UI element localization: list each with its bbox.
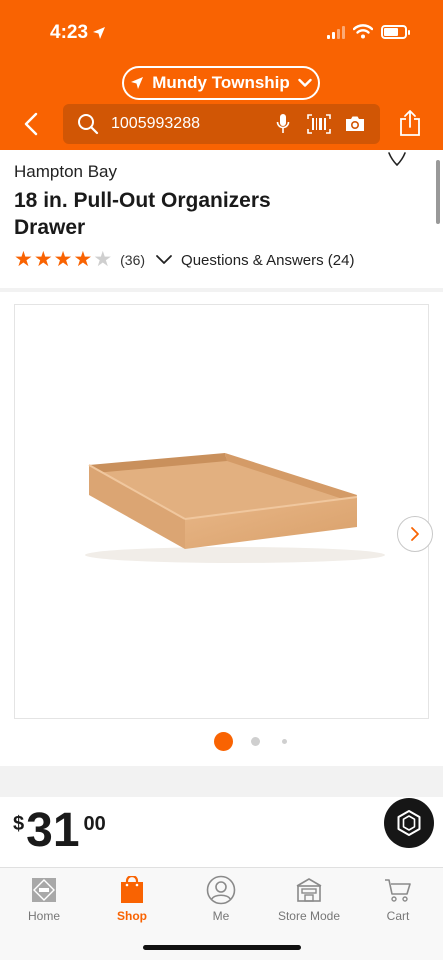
cellular-signal-icon — [327, 25, 345, 39]
shop-bag-icon — [121, 876, 143, 903]
pagination-dot[interactable] — [282, 739, 287, 744]
cart-icon — [385, 879, 411, 902]
product-brand[interactable]: Hampton Bay — [14, 162, 117, 182]
price-currency: $ — [13, 813, 25, 835]
battery-icon — [381, 24, 410, 39]
microphone-icon — [276, 114, 290, 133]
tab-home[interactable]: Home — [0, 874, 88, 923]
search-bar[interactable]: 1005993288 — [63, 104, 380, 144]
store-location-button[interactable]: Mundy Township — [122, 66, 320, 100]
voice-search-button[interactable] — [268, 109, 298, 139]
status-time-text: 4:23 — [50, 22, 89, 43]
tab-label: Home — [27, 909, 60, 923]
barcode-scan-button[interactable] — [304, 109, 334, 139]
product-title: 18 in. Pull-Out Organizers Drawer — [14, 189, 271, 239]
person-icon — [206, 875, 236, 905]
assistant-hexagon-icon — [397, 810, 421, 836]
rating-row[interactable]: ★ ★ ★ ★ ★ (36) Questions & Answers (24) — [14, 248, 354, 271]
barcode-icon — [307, 114, 331, 134]
status-time: 4:23 — [50, 22, 106, 44]
price-dollars: 31 — [26, 804, 80, 857]
tab-label: Store Mode — [277, 909, 341, 923]
star-filled-icon: ★ — [14, 248, 33, 271]
chevron-down-icon[interactable] — [155, 253, 173, 267]
price-cents: 00 — [83, 813, 106, 835]
tab-label: Me — [212, 909, 230, 923]
product-image — [85, 453, 385, 563]
star-filled-icon: ★ — [33, 248, 53, 271]
home-depot-logo-icon — [32, 878, 56, 902]
favorite-heart-icon[interactable] — [386, 150, 408, 168]
pagination-dot-active[interactable] — [214, 732, 233, 751]
home-indicator[interactable] — [143, 945, 301, 950]
app-header: 4:23 Mundy Township 1005993288 — [0, 0, 443, 150]
status-icons — [327, 24, 410, 39]
chat-assistant-button[interactable] — [384, 798, 434, 848]
image-gallery — [0, 292, 443, 766]
chevron-down-icon — [298, 78, 312, 87]
location-arrow-icon — [131, 77, 144, 89]
tab-label: Shop — [117, 909, 147, 923]
store-icon — [296, 878, 322, 902]
pagination-dot[interactable] — [251, 737, 260, 746]
back-button[interactable] — [18, 110, 44, 138]
scrollbar[interactable] — [436, 160, 440, 224]
questions-answers-link[interactable]: Questions & Answers (24) — [181, 252, 354, 269]
location-arrow-icon — [93, 27, 106, 39]
next-image-button[interactable] — [397, 516, 433, 552]
tab-store-mode[interactable]: Store Mode — [265, 874, 353, 923]
price-section: $ 31 00 — [0, 797, 443, 867]
star-filled-icon: ★ — [73, 248, 93, 271]
search-input[interactable]: 1005993288 — [111, 115, 268, 133]
camera-search-button[interactable] — [340, 109, 370, 139]
gallery-pagination[interactable] — [214, 732, 287, 751]
search-icon — [78, 114, 99, 135]
tab-me[interactable]: Me — [177, 874, 265, 923]
camera-icon — [346, 116, 364, 131]
star-empty-icon: ★ — [93, 248, 113, 271]
review-count[interactable]: (36) — [120, 252, 145, 268]
share-button[interactable] — [397, 108, 423, 138]
rating-stars[interactable]: ★ ★ ★ ★ ★ — [14, 248, 113, 271]
store-location-label: Mundy Township — [152, 73, 290, 92]
product-info: Hampton Bay 18 in. Pull-Out Organizers D… — [0, 150, 443, 288]
chevron-right-icon — [411, 527, 419, 541]
star-filled-icon: ★ — [53, 248, 73, 271]
product-image-frame[interactable] — [14, 304, 433, 719]
wifi-icon — [353, 24, 373, 39]
tab-cart[interactable]: Cart — [354, 874, 442, 923]
product-price: $ 31 00 — [13, 807, 106, 855]
tab-shop[interactable]: Shop — [88, 874, 176, 923]
tab-label: Cart — [386, 909, 410, 923]
chevron-left-icon — [24, 112, 38, 136]
share-icon — [400, 110, 420, 136]
